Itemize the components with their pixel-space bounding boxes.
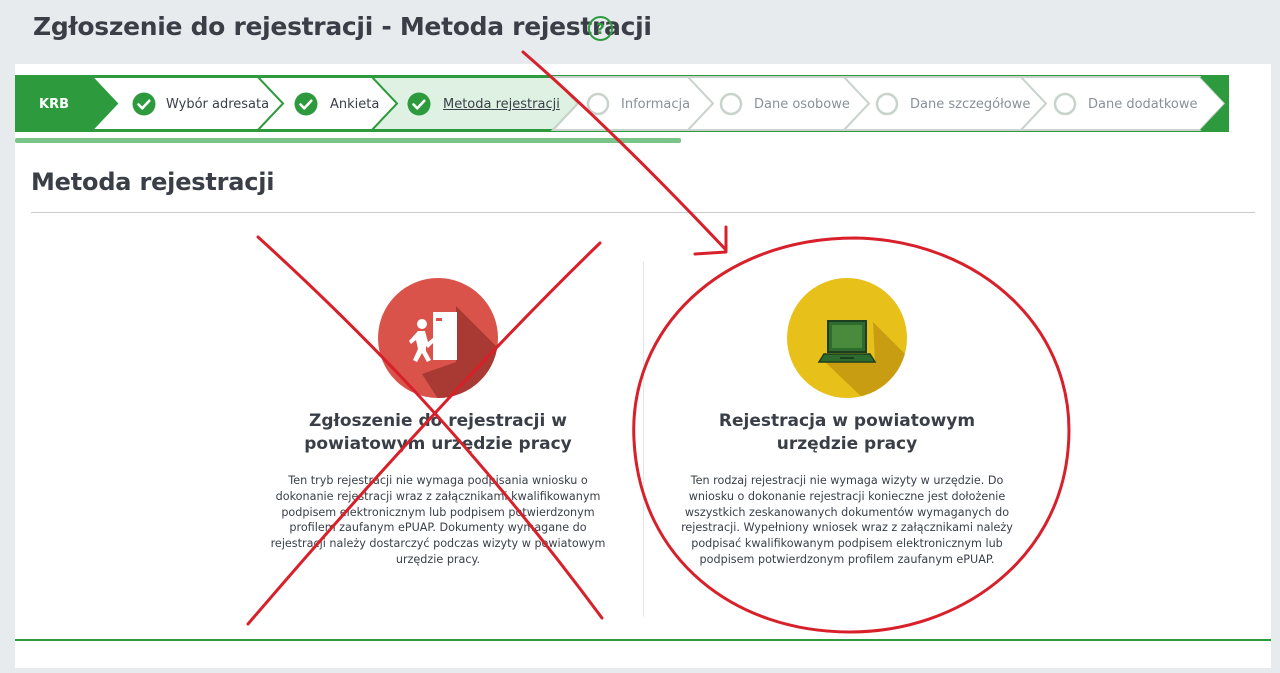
step-metoda-rejestracji[interactable]: Metoda rejestracji — [443, 97, 560, 112]
option-title: Rejestracja w powiatowym urzędzie pracy — [718, 411, 976, 454]
question-circle-icon[interactable]: ? — [588, 16, 613, 41]
page-header: Zgłoszenie do rejestracji - Metoda rejes… — [0, 0, 1280, 64]
step-krb[interactable]: KRB — [39, 97, 69, 112]
column-divider — [643, 262, 644, 617]
option-description: Ten rodzaj rejestracji nie wymaga wizyty… — [681, 474, 1013, 566]
progress-bar — [15, 138, 681, 143]
step-dane-szczegolowe: Dane szczegółowe — [910, 97, 1031, 112]
option-title: Zgłoszenie do rejestracji w powiatowym u… — [304, 411, 572, 454]
footer-divider — [15, 639, 1271, 641]
step-wybor-adresata[interactable]: Wybór adresata — [166, 97, 269, 112]
step-dane-dodatkowe: Dane dodatkowe — [1088, 97, 1198, 112]
laptop-icon — [787, 278, 907, 398]
section-divider — [31, 212, 1255, 213]
option-description: Ten tryb rejestracji nie wymaga podpisan… — [270, 474, 606, 566]
section-title: Metoda rejestracji — [31, 168, 275, 196]
step-ankieta[interactable]: Ankieta — [330, 97, 379, 112]
step-dane-osobowe: Dane osobowe — [754, 97, 850, 112]
person-entering-door-icon — [378, 278, 498, 398]
step-informacja: Informacja — [621, 97, 691, 112]
page-title: Zgłoszenie do rejestracji - Metoda rejes… — [33, 12, 652, 41]
